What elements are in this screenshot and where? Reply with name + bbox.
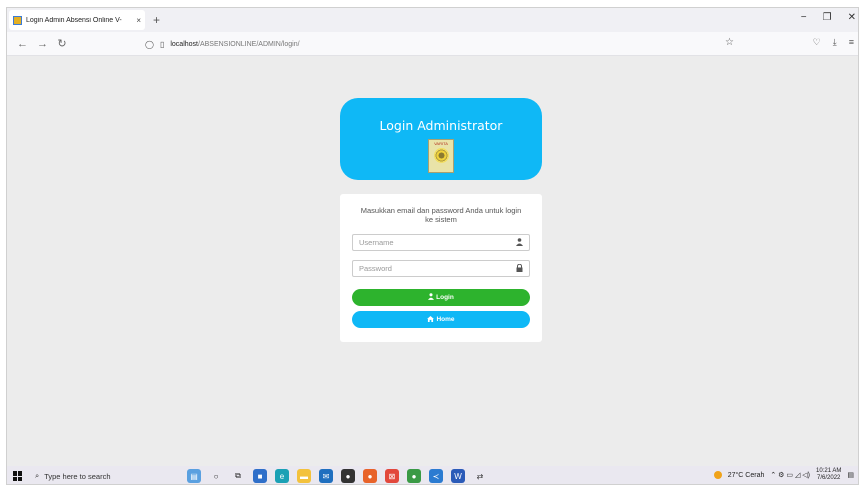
- login-button-label: Login: [436, 294, 454, 301]
- browser-window: Login Admin Absensi Online V- × + − ❐ ✕ …: [6, 7, 859, 485]
- notifications-icon[interactable]: ▤: [847, 471, 854, 479]
- clock[interactable]: 10:21 AM 7/6/2022: [816, 468, 841, 482]
- home-button[interactable]: Home: [352, 311, 530, 328]
- bookmark-star-icon[interactable]: ☆: [725, 37, 734, 48]
- user-icon: [516, 237, 523, 248]
- seal-icon: [434, 148, 449, 163]
- forward-button[interactable]: →: [37, 38, 48, 50]
- user-icon: [428, 293, 435, 302]
- username-field[interactable]: [352, 234, 530, 251]
- minimize-button[interactable]: −: [801, 12, 807, 23]
- app-icon[interactable]: ●: [407, 469, 421, 483]
- clock-date: 7/6/2022: [817, 475, 841, 481]
- tray-icons[interactable]: ⌃ ⚙ ▭ ◿ ◁): [770, 471, 810, 479]
- shield-icon: ◯: [145, 39, 154, 49]
- lock-icon: [516, 263, 523, 274]
- logo-text: VARITA: [434, 141, 448, 146]
- search-icon: ⌕: [35, 471, 40, 480]
- download-icon[interactable]: ⤓: [833, 37, 837, 48]
- task-view-icon[interactable]: ⧉: [231, 469, 245, 483]
- edge-icon[interactable]: e: [275, 469, 289, 483]
- browser-tab[interactable]: Login Admin Absensi Online V- ×: [9, 10, 145, 30]
- weather-text[interactable]: 27°C Cerah: [728, 472, 765, 479]
- home-icon: [427, 315, 435, 324]
- login-message: Masukkan email dan password Anda untuk l…: [360, 206, 522, 224]
- tab-title: Login Admin Absensi Online V-: [26, 16, 122, 24]
- weather-icon: [713, 471, 722, 479]
- chrome-icon[interactable]: ●: [341, 469, 355, 483]
- vscode-icon[interactable]: ≺: [429, 469, 443, 483]
- cortana-icon[interactable]: ○: [209, 469, 223, 483]
- favicon-icon: [13, 15, 22, 25]
- window-controls: − ❐ ✕: [801, 12, 856, 23]
- widgets-icon[interactable]: ▤: [187, 469, 201, 483]
- home-button-label: Home: [436, 316, 455, 323]
- store-icon[interactable]: ■: [253, 469, 267, 483]
- new-tab-button[interactable]: +: [153, 13, 160, 27]
- tab-strip: Login Admin Absensi Online V- × + − ❐ ✕: [7, 8, 858, 32]
- word-icon[interactable]: W: [451, 469, 465, 483]
- search-placeholder: Type here to search: [44, 471, 111, 481]
- password-field[interactable]: [352, 260, 530, 277]
- close-window-button[interactable]: ✕: [848, 12, 856, 23]
- address-bar[interactable]: ◯ ▯ localhost /ABSENSIONLINE/ADMIN/login…: [145, 36, 745, 52]
- system-tray: 27°C Cerah ⌃ ⚙ ▭ ◿ ◁) 10:21 AM 7/6/2022 …: [713, 468, 854, 482]
- page-viewport: Login Administrator VARITA Masukkan emai…: [7, 56, 858, 466]
- windows-start-icon[interactable]: [13, 471, 23, 481]
- taskbar-apps: ▤ ○ ⧉ ■ e ▬ ✉ ● ● ⊠ ● ≺ W ⇄: [187, 469, 487, 483]
- restore-button[interactable]: ❐: [823, 12, 832, 23]
- clock-time: 10:21 AM: [816, 468, 842, 474]
- login-card: Masukkan email dan password Anda untuk l…: [340, 194, 542, 342]
- sync-icon[interactable]: ⇄: [473, 469, 487, 483]
- back-button[interactable]: ←: [17, 38, 28, 50]
- firefox-icon[interactable]: ●: [363, 469, 377, 483]
- username-input[interactable]: [359, 238, 516, 247]
- file-explorer-icon[interactable]: ▬: [297, 469, 311, 483]
- tab-close-icon[interactable]: ×: [136, 16, 141, 25]
- logo: VARITA: [428, 139, 454, 173]
- pocket-icon[interactable]: ♡: [813, 37, 821, 48]
- login-header: Login Administrator VARITA: [340, 98, 542, 180]
- url-host: localhost: [170, 40, 198, 48]
- page-title: Login Administrator: [379, 118, 503, 133]
- page-icon: ▯: [159, 39, 165, 49]
- toolbar-right: ♡ ⤓ ≡: [813, 37, 854, 48]
- menu-icon[interactable]: ≡: [849, 37, 854, 48]
- taskbar-search[interactable]: ⌕ Type here to search: [31, 468, 181, 484]
- url-path: /ABSENSIONLINE/ADMIN/login/: [198, 40, 300, 48]
- reload-button[interactable]: ↻: [57, 37, 67, 50]
- mail-icon[interactable]: ✉: [319, 469, 333, 483]
- xampp-icon[interactable]: ⊠: [385, 469, 399, 483]
- login-button[interactable]: Login: [352, 289, 530, 306]
- password-input[interactable]: [359, 264, 516, 273]
- taskbar: ⌕ Type here to search ▤ ○ ⧉ ■ e ▬ ✉ ● ● …: [7, 466, 858, 484]
- nav-bar: ← → ↻ ◯ ▯ localhost /ABSENSIONLINE/ADMIN…: [7, 32, 858, 56]
